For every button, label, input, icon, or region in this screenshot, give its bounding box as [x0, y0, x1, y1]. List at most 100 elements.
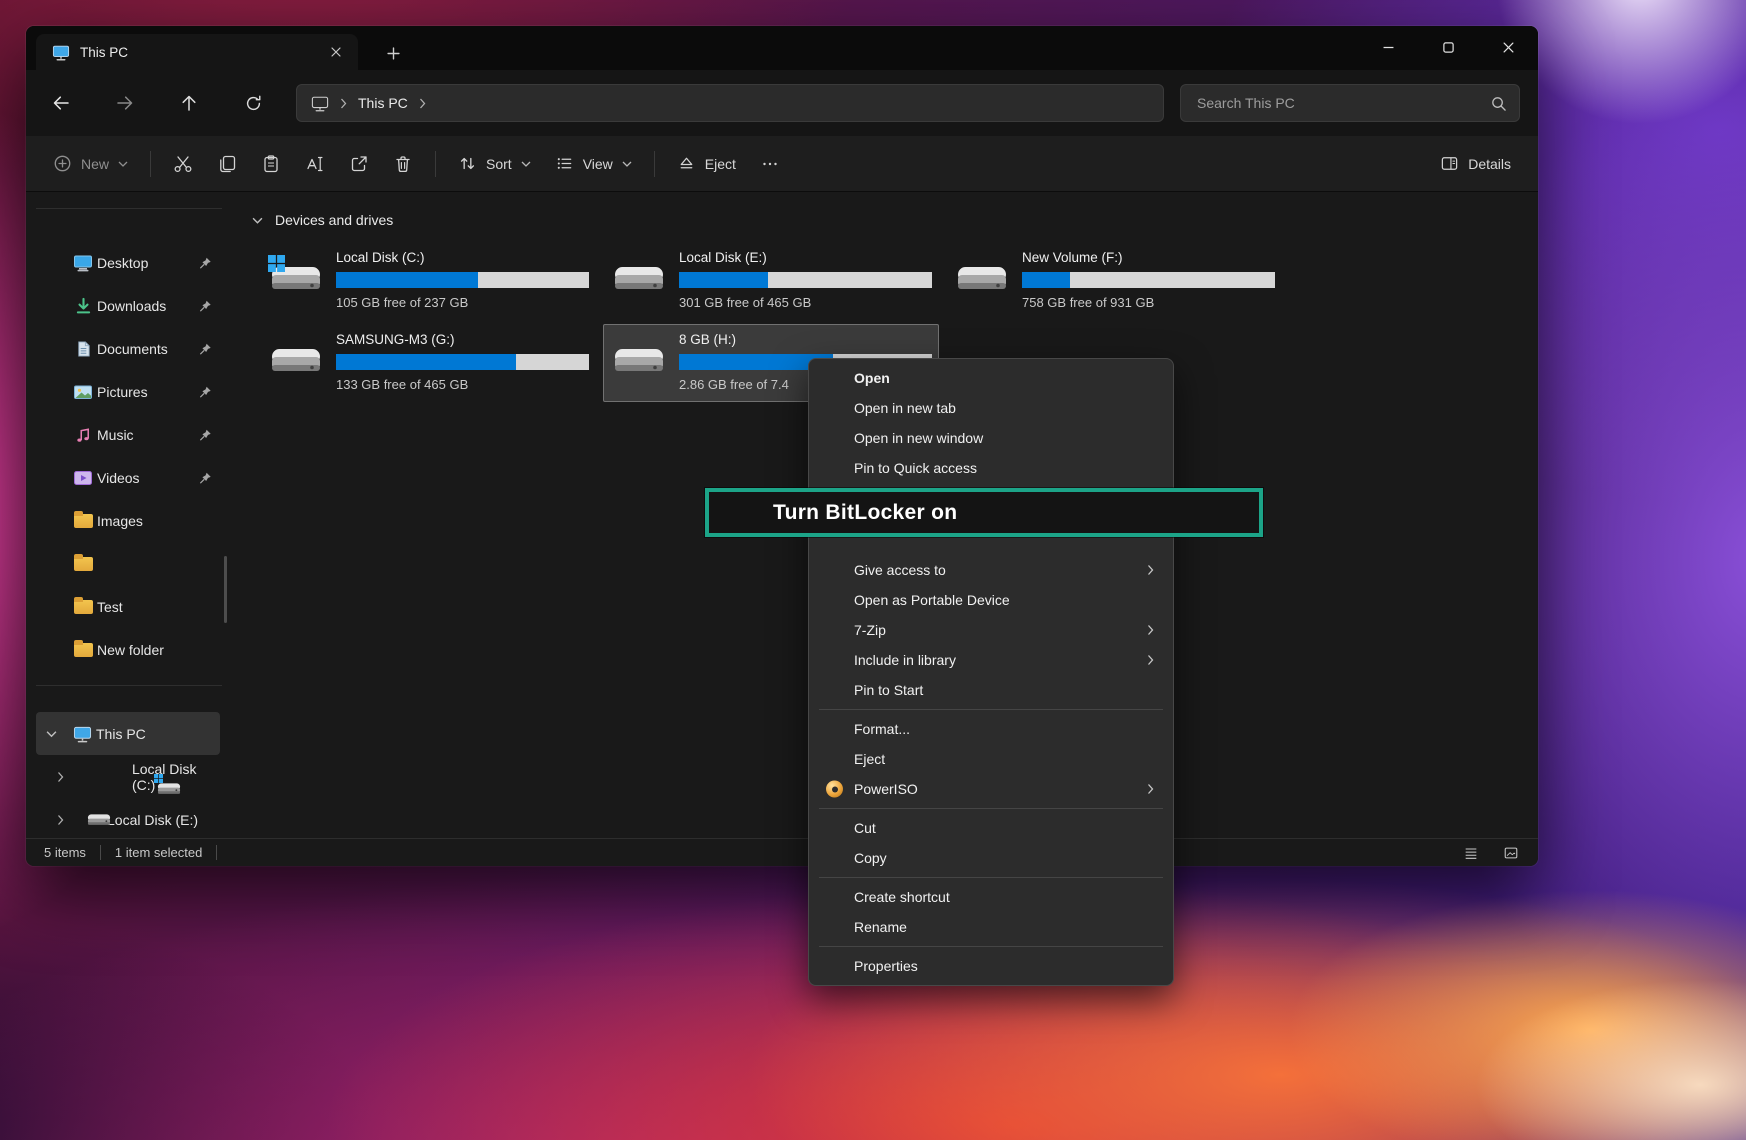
menu-item-give-access-to[interactable]: Give access to — [813, 555, 1169, 585]
command-bar: New — [26, 136, 1538, 192]
sidebar-item-documents[interactable]: Documents — [36, 327, 220, 370]
drive-tile-samsung-m3-g[interactable]: SAMSUNG-M3 (G:) 133 GB free of 465 GB — [260, 324, 596, 402]
copy-icon — [217, 154, 237, 174]
details-button[interactable]: Details — [1429, 145, 1522, 183]
menu-item-label: Open in new window — [854, 430, 983, 446]
context-menu: Open Open in new tab Open in new window … — [808, 358, 1174, 986]
chevron-down-icon[interactable] — [46, 730, 57, 737]
eject-label: Eject — [705, 156, 736, 172]
trash-icon — [393, 154, 413, 174]
sidebar-item-desktop[interactable]: Desktop — [36, 241, 220, 284]
pin-icon — [199, 471, 212, 484]
menu-item-create-shortcut[interactable]: Create shortcut — [813, 882, 1169, 912]
new-tab-button[interactable] — [378, 39, 408, 67]
sort-button[interactable]: Sort — [447, 145, 542, 183]
menu-item-7zip[interactable]: 7-Zip — [813, 615, 1169, 645]
sidebar-item-test[interactable]: Test — [36, 585, 220, 628]
eject-button[interactable]: Eject — [666, 145, 747, 183]
share-button[interactable] — [338, 145, 380, 183]
refresh-button[interactable] — [236, 86, 270, 120]
menu-item-format[interactable]: Format... — [813, 714, 1169, 744]
menu-item-pin-to-start[interactable]: Pin to Start — [813, 675, 1169, 705]
details-view-toggle[interactable] — [1458, 841, 1484, 865]
sidebar-item-downloads[interactable]: Downloads — [36, 284, 220, 327]
pictures-icon — [73, 382, 93, 402]
window-controls — [1358, 26, 1538, 68]
pin-icon — [199, 256, 212, 269]
sidebar-item-this-pc[interactable]: This PC — [36, 712, 220, 755]
drive-icon — [613, 331, 667, 395]
menu-item-label: Open — [854, 370, 890, 386]
sidebar-scrollbar[interactable] — [224, 556, 227, 623]
breadcrumb-this-pc[interactable]: This PC — [358, 95, 408, 111]
drive-tile-new-volume-f[interactable]: New Volume (F:) 758 GB free of 931 GB — [946, 242, 1282, 320]
sidebar-item-new-folder[interactable]: New folder — [36, 628, 220, 671]
menu-item-pin-to-quick-access[interactable]: Pin to Quick access — [813, 453, 1169, 483]
drive-tile-local-disk-e[interactable]: Local Disk (E:) 301 GB free of 465 GB — [603, 242, 939, 320]
search-box[interactable] — [1180, 84, 1520, 122]
close-button[interactable] — [1478, 26, 1538, 68]
sidebar-item-music[interactable]: Music — [36, 413, 220, 456]
rename-button[interactable] — [294, 145, 336, 183]
paste-button[interactable] — [250, 145, 292, 183]
drive-tile-local-disk-c[interactable]: Local Disk (C:) 105 GB free of 237 GB — [260, 242, 596, 320]
new-button[interactable]: New — [42, 145, 139, 183]
view-button[interactable]: View — [544, 145, 643, 183]
system-drive-icon — [270, 249, 324, 313]
menu-item-cut[interactable]: Cut — [813, 813, 1169, 843]
sidebar-item-videos[interactable]: Videos — [36, 456, 220, 499]
sidebar-item-images[interactable]: Images — [36, 499, 220, 542]
tab-this-pc[interactable]: This PC — [36, 34, 358, 70]
chevron-down-icon[interactable] — [252, 217, 263, 224]
menu-item-include-in-library[interactable]: Include in library — [813, 645, 1169, 675]
view-label: View — [583, 156, 613, 172]
menu-item-open-in-new-tab[interactable]: Open in new tab — [813, 393, 1169, 423]
view-icon — [555, 154, 574, 173]
search-input[interactable] — [1195, 94, 1490, 112]
menu-item-rename[interactable]: Rename — [813, 912, 1169, 942]
drive-name: SAMSUNG-M3 (G:) — [336, 331, 589, 349]
menu-item-label: Create shortcut — [854, 889, 950, 905]
chevron-right-icon[interactable] — [419, 98, 426, 109]
documents-icon — [73, 339, 93, 359]
more-options-button[interactable] — [749, 145, 791, 183]
music-icon — [73, 425, 93, 445]
menu-item-label: Format... — [854, 721, 910, 737]
menu-item-poweriso[interactable]: PowerISO — [813, 774, 1169, 804]
copy-button[interactable] — [206, 145, 248, 183]
eject-icon — [677, 154, 696, 173]
sidebar-item-local-disk-e[interactable]: Local Disk (E:) — [36, 798, 220, 841]
sidebar-item-local-disk-c[interactable]: Local Disk (C:) — [36, 755, 220, 798]
back-button[interactable] — [44, 86, 78, 120]
menu-item-properties[interactable]: Properties — [813, 951, 1169, 981]
menu-item-turn-bitlocker-on[interactable]: Turn BitLocker on — [773, 501, 957, 525]
submenu-arrow-icon — [1147, 784, 1154, 795]
menu-item-eject[interactable]: Eject — [813, 744, 1169, 774]
tab-close-icon[interactable] — [324, 40, 348, 64]
menu-item-label: Eject — [854, 751, 885, 767]
sidebar-item-folder[interactable] — [36, 542, 220, 585]
chevron-right-icon[interactable] — [340, 98, 347, 109]
chevron-right-icon[interactable] — [57, 771, 64, 782]
chevron-down-icon — [521, 161, 531, 167]
plus-circle-icon — [53, 154, 72, 173]
address-bar[interactable]: This PC — [296, 84, 1164, 122]
pin-icon — [199, 299, 212, 312]
large-icons-view-toggle[interactable] — [1498, 841, 1524, 865]
menu-item-open-as-portable-device[interactable]: Open as Portable Device — [813, 585, 1169, 615]
maximize-button[interactable] — [1418, 26, 1478, 68]
forward-button[interactable] — [108, 86, 142, 120]
cut-button[interactable] — [162, 145, 204, 183]
menu-item-copy[interactable]: Copy — [813, 843, 1169, 873]
sidebar-item-pictures[interactable]: Pictures — [36, 370, 220, 413]
chevron-right-icon[interactable] — [57, 814, 64, 825]
toolbar-separator — [150, 151, 151, 177]
menu-item-open[interactable]: Open — [813, 363, 1169, 393]
sidebar-item-label: Videos — [97, 470, 140, 486]
menu-item-open-in-new-window[interactable]: Open in new window — [813, 423, 1169, 453]
drive-free-space: 105 GB free of 237 GB — [336, 295, 589, 310]
minimize-button[interactable] — [1358, 26, 1418, 68]
up-button[interactable] — [172, 86, 206, 120]
delete-button[interactable] — [382, 145, 424, 183]
drive-free-space: 301 GB free of 465 GB — [679, 295, 932, 310]
